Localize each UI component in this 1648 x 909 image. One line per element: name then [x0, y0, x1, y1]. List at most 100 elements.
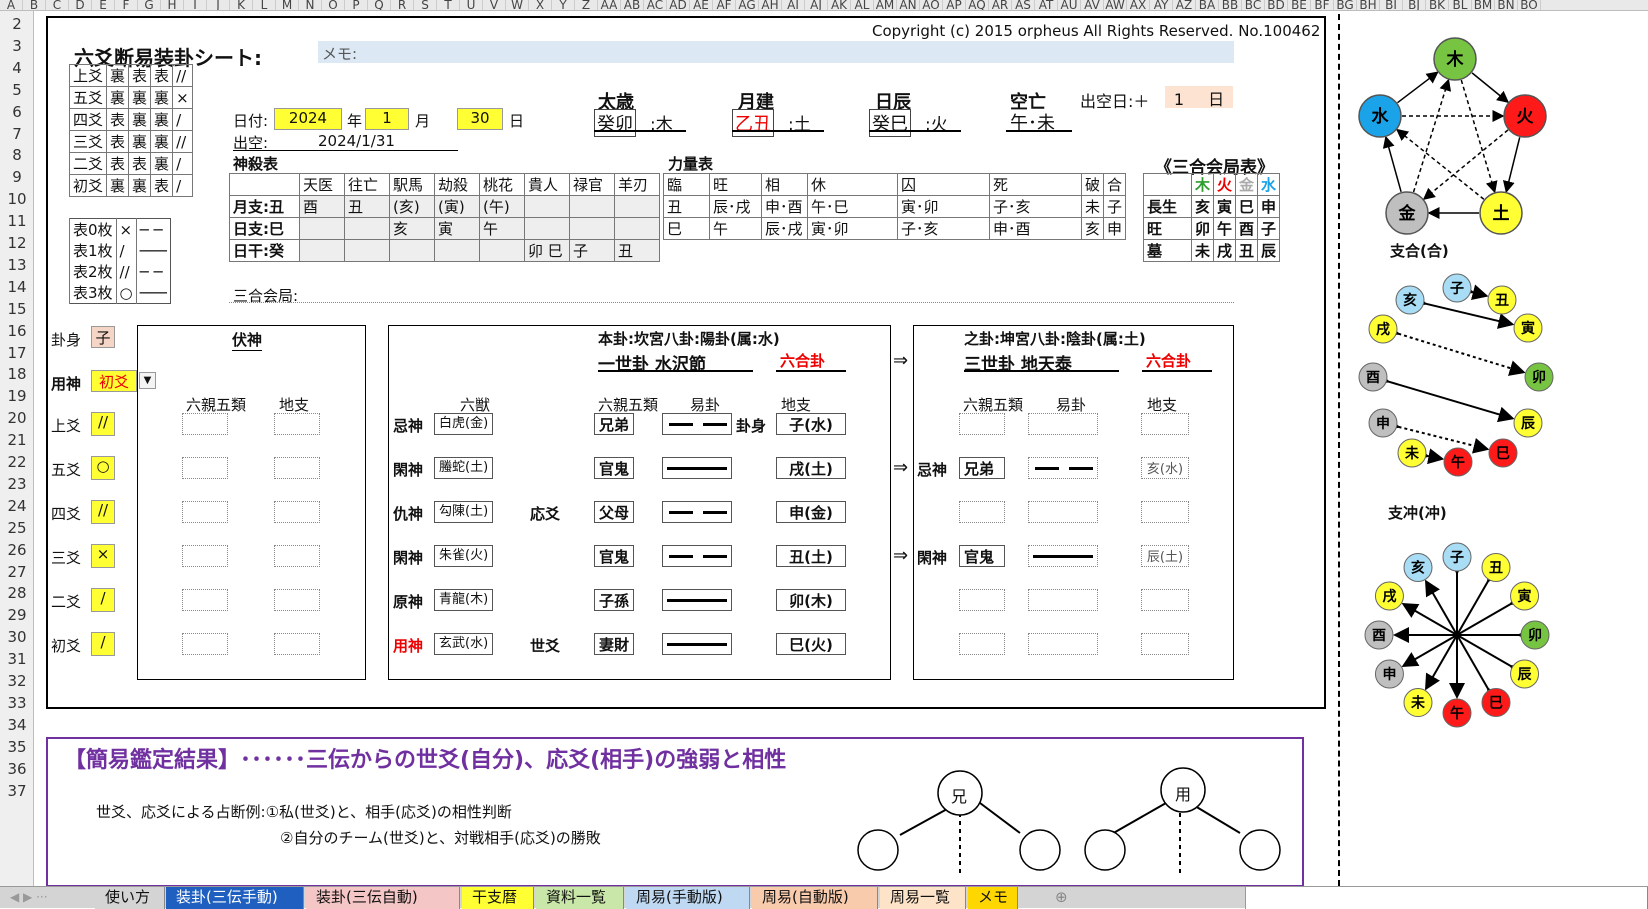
col-header-BO[interactable]: BO [1518, 0, 1541, 10]
row-number[interactable]: 16 [0, 322, 34, 340]
col-header-Z[interactable]: Z [575, 0, 598, 10]
col-header-BJ[interactable]: BJ [1403, 0, 1426, 10]
col-header-V[interactable]: V [483, 0, 506, 10]
tab-6[interactable]: 周易(手動版) [626, 887, 750, 909]
row-number[interactable]: 33 [0, 694, 34, 712]
fukushin-chi-cell[interactable] [274, 545, 320, 567]
col-header-A[interactable]: A [0, 0, 23, 10]
row-number[interactable]: 8 [0, 146, 34, 164]
col-header-BL[interactable]: BL [1449, 0, 1472, 10]
youjin-select[interactable]: 初爻 [91, 370, 137, 392]
col-header-BC[interactable]: BC [1242, 0, 1265, 10]
col-header-C[interactable]: C [46, 0, 69, 10]
year-input[interactable]: 2024 [274, 108, 342, 130]
col-header-AT[interactable]: AT [1035, 0, 1058, 10]
row-number[interactable]: 12 [0, 234, 34, 252]
row-number[interactable]: 11 [0, 212, 34, 230]
yao-mark-input[interactable]: / [91, 588, 115, 612]
col-header-AH[interactable]: AH [759, 0, 782, 10]
col-header-BN[interactable]: BN [1495, 0, 1518, 10]
col-header-I[interactable]: I [184, 0, 207, 10]
col-header-S[interactable]: S [414, 0, 437, 10]
day-input[interactable]: 30 [457, 108, 503, 130]
row-number[interactable]: 14 [0, 278, 34, 296]
row-number[interactable]: 36 [0, 760, 34, 778]
col-header-BG[interactable]: BG [1334, 0, 1357, 10]
col-header-AI[interactable]: AI [782, 0, 805, 10]
fukushin-chi-cell[interactable] [274, 633, 320, 655]
memo-field[interactable]: メモ: [318, 41, 1234, 63]
fukushin-six-cell[interactable] [182, 545, 228, 567]
row-header[interactable]: 2 3 4 5 6 7 8 9 10 11 12 13 14 15 16 17 18 19 20 21 22 23 24 25… [0, 11, 34, 886]
row-number[interactable]: 37 [0, 782, 34, 800]
fukushin-chi-cell[interactable] [274, 457, 320, 479]
col-header-O[interactable]: O [322, 0, 345, 10]
col-header-AV[interactable]: AV [1081, 0, 1104, 10]
col-header-N[interactable]: N [299, 0, 322, 10]
fukushin-chi-cell[interactable] [274, 501, 320, 523]
col-header-AB[interactable]: AB [621, 0, 644, 10]
col-header-H[interactable]: H [161, 0, 184, 10]
fukushin-chi-cell[interactable] [274, 589, 320, 611]
col-header-AF[interactable]: AF [713, 0, 736, 10]
col-header-K[interactable]: K [230, 0, 253, 10]
col-header-G[interactable]: G [138, 0, 161, 10]
row-number[interactable]: 31 [0, 650, 34, 668]
col-header-Q[interactable]: Q [368, 0, 391, 10]
col-header-X[interactable]: X [529, 0, 552, 10]
row-number[interactable]: 9 [0, 168, 34, 186]
fukushin-six-cell[interactable] [182, 589, 228, 611]
row-number[interactable]: 24 [0, 497, 34, 515]
row-number[interactable]: 34 [0, 716, 34, 734]
col-header-AY[interactable]: AY [1150, 0, 1173, 10]
col-header-BB[interactable]: BB [1219, 0, 1242, 10]
row-number[interactable]: 27 [0, 563, 34, 581]
row-number[interactable]: 18 [0, 365, 34, 383]
row-number[interactable]: 7 [0, 125, 34, 143]
row-number[interactable]: 5 [0, 81, 34, 99]
tab-5[interactable]: 資料一覧 [536, 887, 624, 909]
row-number[interactable]: 10 [0, 190, 34, 208]
tab-3[interactable]: 装卦(三伝自動) [306, 887, 460, 909]
tab-scroll-arrows[interactable]: ◀ ▶ ··· [0, 887, 95, 909]
col-header-E[interactable]: E [92, 0, 115, 10]
chukuubi-input[interactable]: 1日 [1165, 86, 1233, 109]
col-header-B[interactable]: B [23, 0, 46, 10]
col-header-AN[interactable]: AN [897, 0, 920, 10]
col-header-AW[interactable]: AW [1104, 0, 1127, 10]
row-number[interactable]: 13 [0, 256, 34, 274]
col-header-AC[interactable]: AC [644, 0, 667, 10]
row-number[interactable]: 29 [0, 606, 34, 624]
col-header-AM[interactable]: AM [874, 0, 897, 10]
fukushin-six-cell[interactable] [182, 457, 228, 479]
col-header-R[interactable]: R [391, 0, 414, 10]
col-header-J[interactable]: J [207, 0, 230, 10]
col-header-AD[interactable]: AD [667, 0, 690, 10]
tab-2[interactable]: 装卦(三伝手動) [166, 887, 304, 909]
col-header-BH[interactable]: BH [1357, 0, 1380, 10]
yao-mark-input[interactable]: // [91, 500, 115, 524]
horizontal-scrollbar[interactable] [1245, 887, 1648, 909]
row-number[interactable]: 17 [0, 344, 34, 362]
row-number[interactable]: 6 [0, 103, 34, 121]
col-header-AK[interactable]: AK [828, 0, 851, 10]
col-header-BM[interactable]: BM [1472, 0, 1495, 10]
col-header-U[interactable]: U [460, 0, 483, 10]
col-header-AS[interactable]: AS [1012, 0, 1035, 10]
col-header-T[interactable]: T [437, 0, 460, 10]
col-header-AA[interactable]: AA [598, 0, 621, 10]
col-header-P[interactable]: P [345, 0, 368, 10]
fukushin-six-cell[interactable] [182, 501, 228, 523]
col-header-Y[interactable]: Y [552, 0, 575, 10]
row-number[interactable]: 26 [0, 541, 34, 559]
tab-8[interactable]: 周易一覧 [880, 887, 966, 909]
month-input[interactable]: 1 [365, 108, 409, 130]
col-header-BK[interactable]: BK [1426, 0, 1449, 10]
col-header-AR[interactable]: AR [989, 0, 1012, 10]
row-number[interactable]: 19 [0, 387, 34, 405]
column-header[interactable]: A B C D E F G H I J K L M N O P Q R S T U V W X Y Z AA AB AC AD AE AF AG… [0, 0, 1648, 11]
col-header-BD[interactable]: BD [1265, 0, 1288, 10]
row-number[interactable]: 4 [0, 59, 34, 77]
col-header-AE[interactable]: AE [690, 0, 713, 10]
col-header-AG[interactable]: AG [736, 0, 759, 10]
